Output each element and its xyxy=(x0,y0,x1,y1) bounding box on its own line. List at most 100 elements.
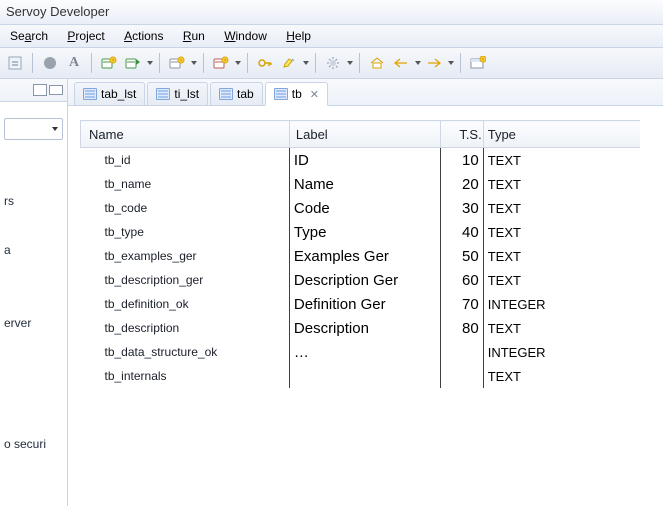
menu-project[interactable]: Project xyxy=(59,25,112,47)
tool-key-icon[interactable] xyxy=(254,52,276,74)
cell-ts: 80 xyxy=(441,316,483,340)
cell-name: tb_name xyxy=(81,172,290,196)
editor-tab[interactable]: tab xyxy=(210,82,263,105)
column-header[interactable]: Name xyxy=(81,121,290,148)
cell-ts xyxy=(441,364,483,388)
tab-label: tab xyxy=(237,87,254,101)
cell-type: INTEGER xyxy=(483,340,640,364)
toolbar: A xyxy=(0,48,663,79)
cell-label: Type xyxy=(289,220,440,244)
cell-name: tb_examples_ger xyxy=(81,244,290,268)
menu-run[interactable]: Run xyxy=(175,25,213,47)
cell-label: Examples Ger xyxy=(289,244,440,268)
table-row[interactable]: tb_internals TEXT xyxy=(81,364,641,388)
tool-method-dd[interactable] xyxy=(190,52,197,74)
cell-ts: 10 xyxy=(441,148,483,173)
side-pane: rs a erver o securi xyxy=(0,79,68,506)
tab-label: tb xyxy=(292,87,302,101)
tool-method-icon[interactable] xyxy=(166,52,188,74)
view-menu-icon[interactable] xyxy=(33,84,47,96)
cell-name: tb_internals xyxy=(81,364,290,388)
tool-form-new-icon[interactable] xyxy=(98,52,120,74)
cell-type: TEXT xyxy=(483,220,640,244)
editor-tab[interactable]: tab_lst xyxy=(74,82,145,105)
tool-calc-icon[interactable] xyxy=(210,52,232,74)
side-item[interactable]: o securi xyxy=(0,431,67,456)
editor-tab[interactable]: tb ✕ xyxy=(265,82,328,106)
cell-ts: 20 xyxy=(441,172,483,196)
editor-tab[interactable]: ti_lst xyxy=(147,82,208,105)
cell-name: tb_code xyxy=(81,196,290,220)
table-icon xyxy=(156,88,170,100)
menu-actions[interactable]: Actions xyxy=(116,25,171,47)
cell-name: tb_type xyxy=(81,220,290,244)
cell-label: Code xyxy=(289,196,440,220)
cell-label xyxy=(289,364,440,388)
cell-name: tb_data_structure_ok xyxy=(81,340,290,364)
close-icon[interactable]: ✕ xyxy=(310,88,319,101)
tab-label: tab_lst xyxy=(101,87,136,101)
column-header[interactable]: T.S. xyxy=(441,121,483,148)
tool-nav-home-icon[interactable] xyxy=(366,52,388,74)
tool-nav-fwd-dd[interactable] xyxy=(447,52,454,74)
cell-type: INTEGER xyxy=(483,292,640,316)
column-header[interactable]: Label xyxy=(289,121,440,148)
menu-help[interactable]: Help xyxy=(278,25,319,47)
tool-nav-fwd-icon[interactable] xyxy=(423,52,445,74)
cell-type: TEXT xyxy=(483,172,640,196)
table-row[interactable]: tb_descriptionDescription80TEXT xyxy=(81,316,641,340)
cell-name: tb_definition_ok xyxy=(81,292,290,316)
side-combo[interactable] xyxy=(4,118,63,140)
tool-form-run-icon[interactable] xyxy=(122,52,144,74)
side-item[interactable]: erver xyxy=(0,310,67,335)
tool-nav-back-icon[interactable] xyxy=(390,52,412,74)
table-row[interactable]: tb_typeType40TEXT xyxy=(81,220,641,244)
cell-name: tb_id xyxy=(81,148,290,173)
table-row[interactable]: tb_codeCode30TEXT xyxy=(81,196,641,220)
tool-gear-icon[interactable] xyxy=(322,52,344,74)
column-header[interactable]: Type xyxy=(483,121,640,148)
table-row[interactable]: tb_definition_okDefinition Ger70INTEGER xyxy=(81,292,641,316)
cell-ts xyxy=(441,340,483,364)
tool-highlighter-icon[interactable] xyxy=(278,52,300,74)
tool-calc-dd[interactable] xyxy=(234,52,241,74)
tool-font-icon[interactable]: A xyxy=(63,52,85,74)
side-item[interactable]: a xyxy=(0,237,67,262)
minimize-icon[interactable] xyxy=(49,85,63,95)
tool-gear-dd[interactable] xyxy=(346,52,353,74)
cell-label: ID xyxy=(289,148,440,173)
menubar: Search Project Actions Run Window Help xyxy=(0,25,663,48)
cell-ts: 60 xyxy=(441,268,483,292)
menu-window[interactable]: Window xyxy=(216,25,275,47)
tool-start-icon[interactable] xyxy=(4,52,26,74)
tool-highlighter-dd[interactable] xyxy=(302,52,309,74)
tab-label: ti_lst xyxy=(174,87,199,101)
cell-ts: 70 xyxy=(441,292,483,316)
tool-nav-back-dd[interactable] xyxy=(414,52,421,74)
cell-ts: 50 xyxy=(441,244,483,268)
cell-label: … xyxy=(289,340,440,364)
table-row[interactable]: tb_description_gerDescription Ger60TEXT xyxy=(81,268,641,292)
table-icon xyxy=(274,88,288,100)
cell-name: tb_description xyxy=(81,316,290,340)
cell-ts: 40 xyxy=(441,220,483,244)
cell-type: TEXT xyxy=(483,268,640,292)
table-row[interactable]: tb_nameName20TEXT xyxy=(81,172,641,196)
cell-type: TEXT xyxy=(483,364,640,388)
cell-type: TEXT xyxy=(483,196,640,220)
table-row[interactable]: tb_examples_gerExamples Ger50TEXT xyxy=(81,244,641,268)
tool-perspective-icon[interactable] xyxy=(467,52,489,74)
cell-type: TEXT xyxy=(483,316,640,340)
table-row[interactable]: tb_data_structure_ok… INTEGER xyxy=(81,340,641,364)
editor-tabs: tab_lst ti_lst tab tb ✕ xyxy=(68,79,663,106)
cell-type: TEXT xyxy=(483,244,640,268)
columns-table: NameLabelT.S.Type tb_idID10TEXTtb_nameNa… xyxy=(80,120,640,388)
window-title: Servoy Developer xyxy=(0,0,663,25)
cell-type: TEXT xyxy=(483,148,640,173)
side-item[interactable]: rs xyxy=(0,188,67,213)
tool-record-icon[interactable] xyxy=(39,52,61,74)
cell-label: Name xyxy=(289,172,440,196)
table-row[interactable]: tb_idID10TEXT xyxy=(81,148,641,173)
tool-form-dd[interactable] xyxy=(146,52,153,74)
menu-search[interactable]: Search xyxy=(2,25,56,47)
